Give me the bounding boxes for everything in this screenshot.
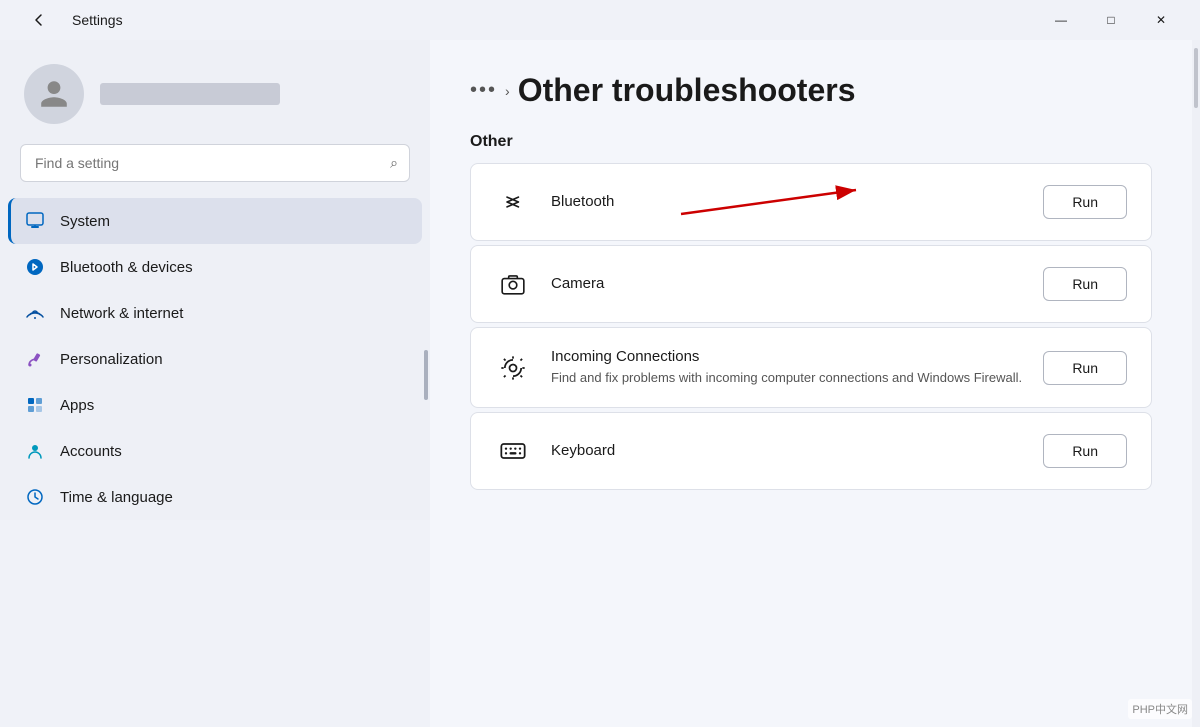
user-section xyxy=(0,40,430,144)
incoming-card-info: Incoming Connections Find and fix proble… xyxy=(551,348,1023,387)
sidebar-label-time: Time & language xyxy=(60,489,173,506)
camera-card-info: Camera xyxy=(551,275,1023,293)
right-scrollbar-thumb xyxy=(1194,48,1198,108)
camera-card-icon xyxy=(495,266,531,302)
sidebar-label-bluetooth: Bluetooth & devices xyxy=(60,259,193,276)
camera-run-button[interactable]: Run xyxy=(1043,267,1127,301)
sidebar-label-apps: Apps xyxy=(60,397,94,414)
sidebar-label-system: System xyxy=(60,213,110,230)
search-icon: ⌕ xyxy=(390,155,398,172)
username-bar xyxy=(100,83,280,105)
sidebar-label-network: Network & internet xyxy=(60,305,183,322)
breadcrumb-chevron: › xyxy=(505,83,510,99)
incoming-card-icon xyxy=(495,350,531,386)
incoming-run-button[interactable]: Run xyxy=(1043,351,1127,385)
section-label: Other xyxy=(470,133,1152,151)
nav-list: System Bluetooth & devices xyxy=(0,198,430,520)
avatar xyxy=(24,64,84,124)
close-button[interactable]: ✕ xyxy=(1138,4,1184,36)
sidebar-item-accounts[interactable]: Accounts xyxy=(8,428,422,474)
sidebar-item-personalization[interactable]: Personalization xyxy=(8,336,422,382)
title-bar: Settings — □ ✕ xyxy=(0,0,1200,40)
back-button[interactable] xyxy=(16,4,62,36)
keyboard-card-icon xyxy=(495,433,531,469)
keyboard-run-button[interactable]: Run xyxy=(1043,434,1127,468)
troubleshooter-card-incoming: Incoming Connections Find and fix proble… xyxy=(470,327,1152,408)
troubleshooter-card-camera: Camera Run xyxy=(470,245,1152,323)
sidebar-item-time[interactable]: Time & language xyxy=(8,474,422,520)
search-box: ⌕ xyxy=(20,144,410,182)
content-area: ••• › Other troubleshooters Other Blueto… xyxy=(430,40,1192,727)
breadcrumb: ••• › Other troubleshooters xyxy=(470,72,1152,109)
apps-icon xyxy=(24,394,46,416)
maximize-button[interactable]: □ xyxy=(1088,4,1134,36)
sidebar-scrollbar-thumb xyxy=(424,350,428,400)
time-icon xyxy=(24,486,46,508)
sidebar-label-personalization: Personalization xyxy=(60,351,163,368)
title-bar-left: Settings xyxy=(16,4,123,36)
sidebar-item-system[interactable]: System xyxy=(8,198,422,244)
accounts-icon xyxy=(24,440,46,462)
sidebar-wrapper: ⌕ System xyxy=(0,40,430,727)
user-icon xyxy=(38,78,70,110)
personalization-icon xyxy=(24,348,46,370)
red-arrow xyxy=(671,182,871,222)
camera-card-title: Camera xyxy=(551,275,604,292)
breadcrumb-dots[interactable]: ••• xyxy=(470,79,497,102)
content-inner: ••• › Other troubleshooters Other Blueto… xyxy=(430,40,1192,526)
troubleshooter-card-bluetooth: Bluetooth Run xyxy=(470,163,1152,241)
window-controls: — □ ✕ xyxy=(1038,4,1184,36)
bluetooth-card-icon xyxy=(495,184,531,220)
network-icon xyxy=(24,302,46,324)
bluetooth-run-button[interactable]: Run xyxy=(1043,185,1127,219)
app-title: Settings xyxy=(72,12,123,28)
sidebar-item-apps[interactable]: Apps xyxy=(8,382,422,428)
bluetooth-card-title: Bluetooth xyxy=(551,193,614,210)
minimize-button[interactable]: — xyxy=(1038,4,1084,36)
keyboard-card-info: Keyboard xyxy=(551,442,1023,460)
incoming-card-desc: Find and fix problems with incoming comp… xyxy=(551,369,1023,387)
right-scrollbar-track xyxy=(1192,40,1200,727)
bluetooth-icon xyxy=(24,256,46,278)
sidebar-label-accounts: Accounts xyxy=(60,443,122,460)
search-input[interactable] xyxy=(20,144,410,182)
app-body: ⌕ System xyxy=(0,40,1200,727)
sidebar: ⌕ System xyxy=(0,40,430,520)
system-icon xyxy=(24,210,46,232)
page-title: Other troubleshooters xyxy=(518,72,856,109)
incoming-card-title: Incoming Connections xyxy=(551,348,1023,365)
keyboard-card-title: Keyboard xyxy=(551,442,615,459)
sidebar-item-network[interactable]: Network & internet xyxy=(8,290,422,336)
troubleshooter-card-keyboard: Keyboard Run xyxy=(470,412,1152,490)
sidebar-item-bluetooth[interactable]: Bluetooth & devices xyxy=(8,244,422,290)
